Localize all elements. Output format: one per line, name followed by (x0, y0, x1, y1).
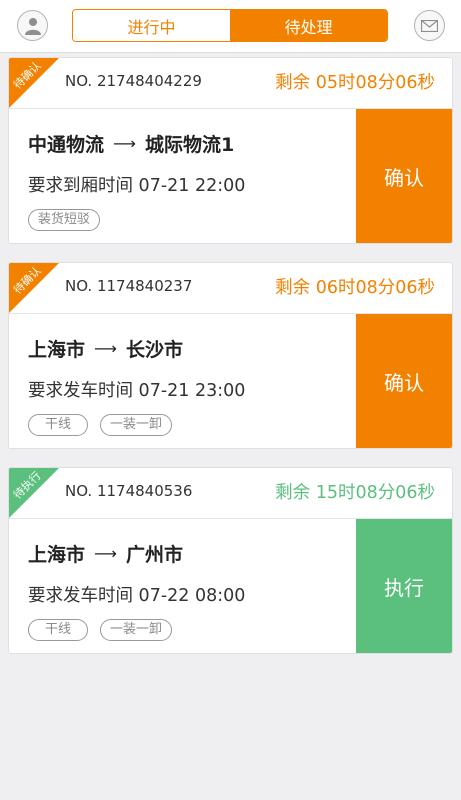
order-number: NO. 1174840536 (65, 482, 193, 500)
route: 上海市 ⟶ 广州市 (28, 540, 183, 567)
arrow-right-icon: ⟶ (94, 544, 117, 563)
status-tabs: 进行中 待处理 (72, 9, 388, 42)
remaining-time: 剩余 05时08分06秒 (275, 73, 435, 93)
route-origin: 上海市 (28, 544, 86, 566)
route-origin: 中通物流 (28, 134, 105, 156)
confirm-button[interactable]: 确认 (356, 314, 452, 448)
arrow-right-icon: ⟶ (113, 134, 136, 153)
tag-list: 干线 一装一卸 (28, 619, 173, 641)
route-destination: 城际物流1 (144, 134, 235, 156)
confirm-button[interactable]: 确认 (356, 109, 452, 243)
tag-list: 装货短驳 (28, 209, 101, 231)
route-destination: 长沙市 (125, 339, 183, 361)
tag: 干线 (28, 414, 88, 436)
order-card[interactable]: 待执行 NO. 1174840536 剩余 15时08分06秒 上海市 ⟶ 广州… (8, 467, 453, 654)
order-card[interactable]: 待确认 NO. 21748404229 剩余 05时08分06秒 中通物流 ⟶ … (8, 57, 453, 244)
execute-button[interactable]: 执行 (356, 519, 452, 653)
route: 中通物流 ⟶ 城际物流1 (28, 130, 234, 157)
tag: 干线 (28, 619, 88, 641)
remaining-time: 剩余 06时08分06秒 (275, 278, 435, 298)
remaining-time: 剩余 15时08分06秒 (275, 483, 435, 503)
required-time: 要求到厢时间 07-21 22:00 (28, 176, 246, 196)
tab-in-progress[interactable]: 进行中 (73, 10, 230, 41)
top-bar: 进行中 待处理 (0, 0, 461, 53)
order-number: NO. 1174840237 (65, 277, 193, 295)
profile-button[interactable] (17, 10, 48, 41)
order-number: NO. 21748404229 (65, 72, 202, 90)
mail-icon (421, 19, 438, 32)
required-time: 要求发车时间 07-21 23:00 (28, 381, 246, 401)
route: 上海市 ⟶ 长沙市 (28, 335, 183, 362)
tag: 装货短驳 (28, 209, 101, 231)
tag-list: 干线 一装一卸 (28, 414, 173, 436)
route-origin: 上海市 (28, 339, 86, 361)
tag: 一装一卸 (100, 414, 173, 436)
arrow-right-icon: ⟶ (94, 339, 117, 358)
user-icon (24, 17, 41, 35)
tag: 一装一卸 (100, 619, 173, 641)
tab-pending[interactable]: 待处理 (230, 10, 387, 41)
required-time: 要求发车时间 07-22 08:00 (28, 586, 246, 606)
order-card[interactable]: 待确认 NO. 1174840237 剩余 06时08分06秒 上海市 ⟶ 长沙… (8, 262, 453, 449)
messages-button[interactable] (414, 10, 445, 41)
route-destination: 广州市 (125, 544, 183, 566)
